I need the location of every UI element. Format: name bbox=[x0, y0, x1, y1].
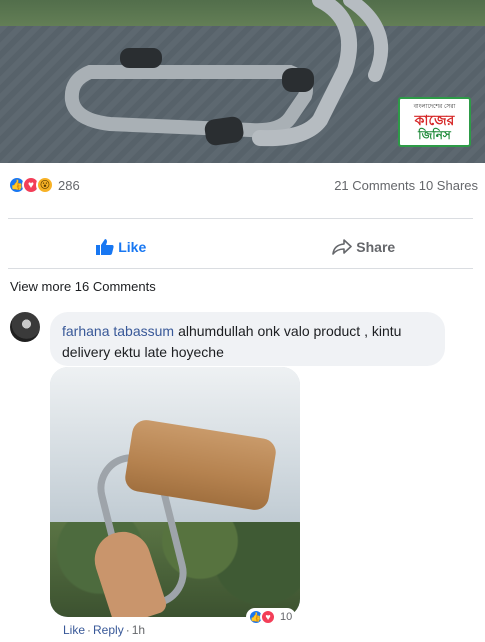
reaction-icons[interactable]: 👍 ♥ 😮 bbox=[8, 176, 54, 194]
view-more-comments-link[interactable]: View more 16 Comments bbox=[10, 279, 156, 294]
love-reaction-icon: ♥ bbox=[260, 609, 276, 625]
comment-time[interactable]: 1h bbox=[132, 623, 145, 637]
comment-actions: Like · Reply · 1h bbox=[63, 623, 145, 637]
separator-dot: · bbox=[125, 623, 130, 637]
attachment-reactions[interactable]: 👍 ♥ 10 bbox=[246, 608, 297, 626]
comment-author[interactable]: farhana tabassum bbox=[62, 323, 174, 339]
comment-like-link[interactable]: Like bbox=[63, 623, 85, 637]
reaction-count[interactable]: 286 bbox=[58, 178, 80, 193]
brand-logo-tagline: বাংলাদেশের সেরা bbox=[413, 104, 456, 110]
comments-shares-count[interactable]: 21 Comments 10 Shares bbox=[334, 178, 478, 193]
share-button-label: Share bbox=[356, 239, 396, 255]
post-photo[interactable]: বাংলাদেশের সেরা কাজের জিনিস bbox=[0, 0, 485, 163]
share-arrow-icon bbox=[332, 239, 353, 255]
separator-dot: · bbox=[87, 623, 92, 637]
brand-logo-sub: জিনিস bbox=[418, 128, 451, 142]
comment-photo-attachment[interactable] bbox=[50, 367, 300, 617]
share-button[interactable]: Share bbox=[243, 232, 485, 262]
brand-logo-main: কাজের bbox=[414, 112, 455, 128]
reactions-summary: 👍 ♥ 😮 286 21 Comments 10 Shares bbox=[8, 174, 478, 196]
divider-top bbox=[8, 218, 473, 219]
post-actions: Like Share bbox=[0, 232, 485, 262]
divider-bottom bbox=[8, 268, 473, 269]
comment-bubble: farhana tabassum alhumdullah onk valo pro… bbox=[50, 312, 445, 366]
like-button-label: Like bbox=[118, 239, 147, 255]
thumbs-up-icon bbox=[96, 239, 114, 255]
brand-logo: বাংলাদেশের সেরা কাজের জিনিস bbox=[398, 97, 471, 147]
like-button[interactable]: Like bbox=[0, 232, 243, 262]
comment-reply-link[interactable]: Reply bbox=[93, 623, 124, 637]
wow-reaction-icon: 😮 bbox=[36, 176, 54, 194]
attachment-reaction-count: 10 bbox=[280, 611, 293, 623]
avatar[interactable] bbox=[10, 312, 40, 342]
